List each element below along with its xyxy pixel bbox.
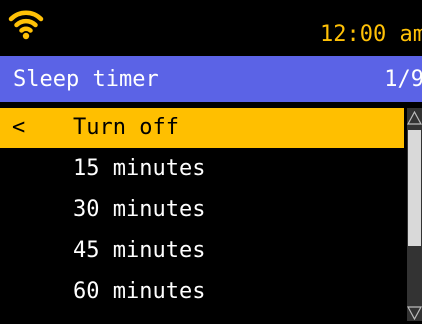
menu-item-label: 45 minutes	[73, 238, 206, 263]
menu-item-label: 15 minutes	[73, 156, 206, 181]
header-bar: Sleep timer 1/9	[0, 56, 422, 102]
page-counter: 1/9	[384, 67, 422, 92]
back-arrow-icon[interactable]: <	[12, 108, 25, 148]
menu-item-turn-off[interactable]: < Turn off	[0, 108, 404, 148]
wifi-icon	[8, 6, 44, 40]
menu-item-30-minutes[interactable]: 30 minutes	[0, 190, 404, 230]
menu-item-60-minutes[interactable]: 60 minutes	[0, 272, 404, 312]
menu-item-label: Turn off	[73, 115, 179, 140]
clock-time: 12:00 am	[320, 22, 422, 47]
menu-list: < Turn off 15 minutes 30 minutes 45 minu…	[0, 108, 404, 313]
triangle-down-icon[interactable]	[406, 305, 422, 321]
triangle-up-icon[interactable]	[406, 110, 422, 125]
scrollbar-thumb[interactable]	[408, 130, 421, 246]
status-bar: 12:00 am	[0, 0, 422, 54]
menu-item-45-minutes[interactable]: 45 minutes	[0, 231, 404, 271]
menu-item-15-minutes[interactable]: 15 minutes	[0, 149, 404, 189]
page-title: Sleep timer	[13, 67, 159, 92]
menu-item-label: 30 minutes	[73, 197, 206, 222]
menu-item-label: 60 minutes	[73, 279, 206, 304]
scrollbar[interactable]	[406, 108, 422, 321]
